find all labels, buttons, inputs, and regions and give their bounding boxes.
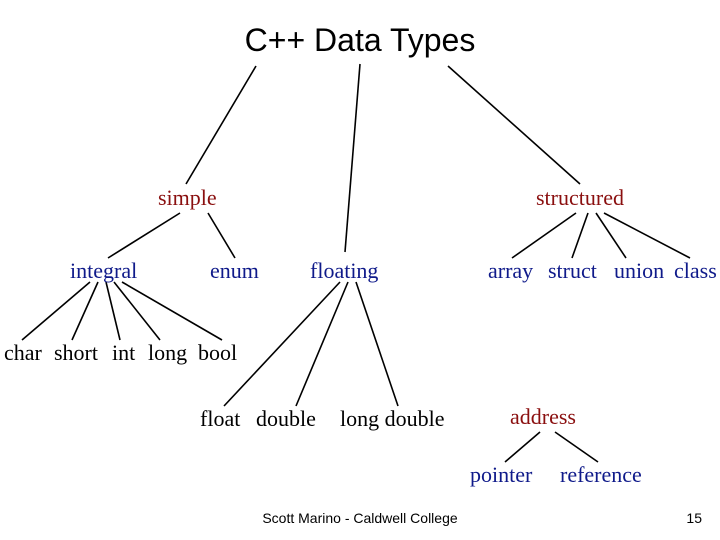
- page-number: 15: [686, 510, 702, 526]
- node-union: union: [614, 258, 664, 284]
- node-array: array: [488, 258, 533, 284]
- node-char: char: [4, 340, 42, 366]
- diagram-canvas: C++ Data Types simple structured integra…: [0, 0, 720, 540]
- node-struct: struct: [548, 258, 597, 284]
- node-integral: integral: [70, 258, 137, 284]
- node-long: long: [148, 340, 187, 366]
- node-float: float: [200, 406, 240, 432]
- node-class: class: [674, 258, 717, 284]
- node-short: short: [54, 340, 98, 366]
- node-simple: simple: [158, 185, 217, 211]
- node-floating: floating: [310, 258, 378, 284]
- node-pointer: pointer: [470, 462, 532, 488]
- node-bool: bool: [198, 340, 237, 366]
- node-structured: structured: [536, 185, 624, 211]
- node-int: int: [112, 340, 135, 366]
- node-enum: enum: [210, 258, 259, 284]
- node-reference: reference: [560, 462, 642, 488]
- footer-text: Scott Marino - Caldwell College: [0, 510, 720, 526]
- node-address: address: [510, 404, 576, 430]
- node-double: double: [256, 406, 316, 432]
- node-long-double: long double: [340, 406, 445, 432]
- page-title: C++ Data Types: [0, 22, 720, 59]
